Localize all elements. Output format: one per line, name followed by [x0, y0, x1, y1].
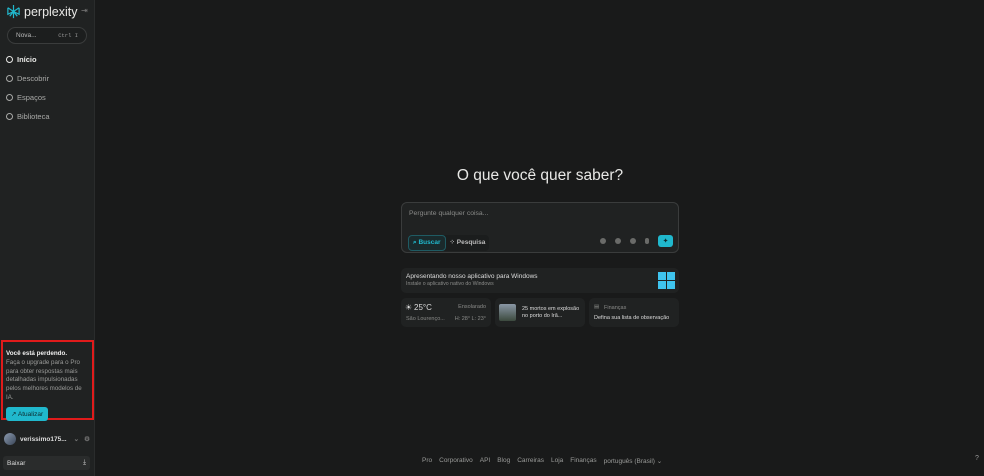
sidebar-item-inicio[interactable]: Início — [6, 55, 37, 64]
weather-range: H: 28° L: 23° — [454, 316, 486, 322]
language-label: português (Brasil) — [603, 458, 655, 465]
model-icon[interactable] — [600, 238, 606, 244]
download-icon: ⤓ — [83, 459, 86, 466]
globe-icon — [6, 75, 13, 82]
logo[interactable]: perplexity — [6, 4, 78, 19]
sidebar-item-espacos[interactable]: Espaços — [6, 93, 46, 102]
finance-label: Finanças — [604, 305, 627, 311]
download-button[interactable]: Baixar ⤓ — [3, 456, 90, 470]
avatar — [4, 433, 16, 445]
gear-icon[interactable]: ⚙ — [84, 435, 90, 443]
sidebar: perplexity ⇥ Nova... Ctrl I Início Desco… — [0, 0, 95, 476]
page-title: O que você quer saber? — [456, 167, 624, 184]
help-button[interactable]: ? — [975, 455, 979, 462]
weather-location: São Lourenço... — [406, 316, 445, 322]
windows-logo-icon — [658, 272, 675, 289]
microphone-icon[interactable] — [645, 238, 649, 244]
promo-title: Você está perdendo. — [6, 350, 68, 357]
perplexity-logo-icon — [7, 4, 20, 19]
search-icon — [6, 56, 13, 63]
finance-icon: ▤ — [594, 304, 600, 310]
footer-link-loja[interactable]: Loja — [551, 457, 563, 465]
weather-sun-icon: ☀ — [405, 303, 413, 312]
upgrade-button[interactable]: ↗ Atualizar — [6, 406, 49, 421]
footer-link-corporativo[interactable]: Corporativo — [439, 457, 473, 465]
sidebar-item-label: Espaços — [17, 93, 46, 102]
chevron-down-icon: ⌄ — [73, 436, 80, 443]
voice-mode-button[interactable]: ✦ — [658, 235, 673, 247]
shortcut-hint: Ctrl I — [58, 32, 78, 39]
upgrade-promo: Você está perdendo. Faça o upgrade para … — [1, 340, 94, 421]
mode-label: Pesquisa — [456, 239, 486, 246]
brand-name: perplexity — [24, 4, 78, 19]
footer-link-carreiras[interactable]: Carreiras — [517, 457, 544, 465]
collapse-sidebar-icon[interactable]: ⇥ — [81, 6, 88, 15]
sidebar-item-descobrir[interactable]: Descobrir — [6, 74, 49, 83]
sidebar-item-biblioteca[interactable]: Biblioteca — [6, 112, 50, 121]
sidebar-item-label: Início — [17, 55, 37, 64]
search-input[interactable]: Pergunte qualquer coisa... — [409, 210, 488, 217]
upgrade-label: Atualizar — [17, 410, 44, 418]
mode-label: Buscar — [418, 239, 441, 246]
footer-link-api[interactable]: API — [480, 457, 490, 465]
card-title: Apresentando nosso aplicativo para Windo… — [406, 273, 538, 280]
user-menu[interactable]: verissimo175... ⌄ ⚙ — [4, 433, 90, 445]
sidebar-item-label: Biblioteca — [17, 112, 50, 121]
language-select[interactable]: português (Brasil) ⌄ — [604, 457, 663, 465]
mode-toggle: ⌕ Buscar ⁘ Pesquisa — [408, 235, 490, 251]
attach-icon[interactable] — [630, 238, 636, 244]
mode-search-button[interactable]: ⌕ Buscar — [408, 235, 446, 251]
card-subtitle: Instale o aplicativo nativo do Windows — [406, 281, 494, 287]
news-card[interactable]: 25 mortos em explosão no porto do Irã... — [495, 298, 585, 327]
sidebar-item-label: Descobrir — [17, 74, 50, 83]
promo-text: Faça o upgrade para o Pro para obter res… — [6, 359, 82, 401]
search-box[interactable]: Pergunte qualquer coisa... ⌕ Buscar ⁘ Pe… — [401, 202, 679, 253]
download-label: Baixar — [7, 459, 26, 467]
footer-links: Pro Corporativo API Blog Carreiras Loja … — [422, 457, 662, 465]
footer-link-financas[interactable]: Finanças — [570, 457, 596, 465]
news-thumbnail — [499, 304, 516, 321]
weather-condition: Ensolarado — [458, 304, 486, 310]
new-thread-button[interactable]: Nova... Ctrl I — [7, 27, 87, 44]
spaces-icon — [6, 94, 13, 101]
username: verissimo175... — [20, 435, 67, 443]
temperature: 25°C — [414, 303, 432, 312]
news-headline: 25 mortos em explosão no porto do Irã... — [522, 306, 580, 319]
finance-card[interactable]: ▤ Finanças Defina sua lista de observaçã… — [589, 298, 679, 327]
footer-link-pro[interactable]: Pro — [422, 457, 432, 465]
new-thread-label: Nova... — [16, 32, 37, 39]
library-icon — [6, 113, 13, 120]
mode-research-button[interactable]: ⁘ Pesquisa — [446, 235, 490, 251]
windows-app-card[interactable]: Apresentando nosso aplicativo para Windo… — [401, 268, 679, 293]
footer-link-blog[interactable]: Blog — [497, 457, 510, 465]
watchlist-text: Defina sua lista de observação — [594, 315, 670, 321]
globe-icon[interactable] — [615, 238, 621, 244]
weather-card[interactable]: ☀ 25°C Ensolarado São Lourenço... H: 28°… — [401, 298, 491, 327]
